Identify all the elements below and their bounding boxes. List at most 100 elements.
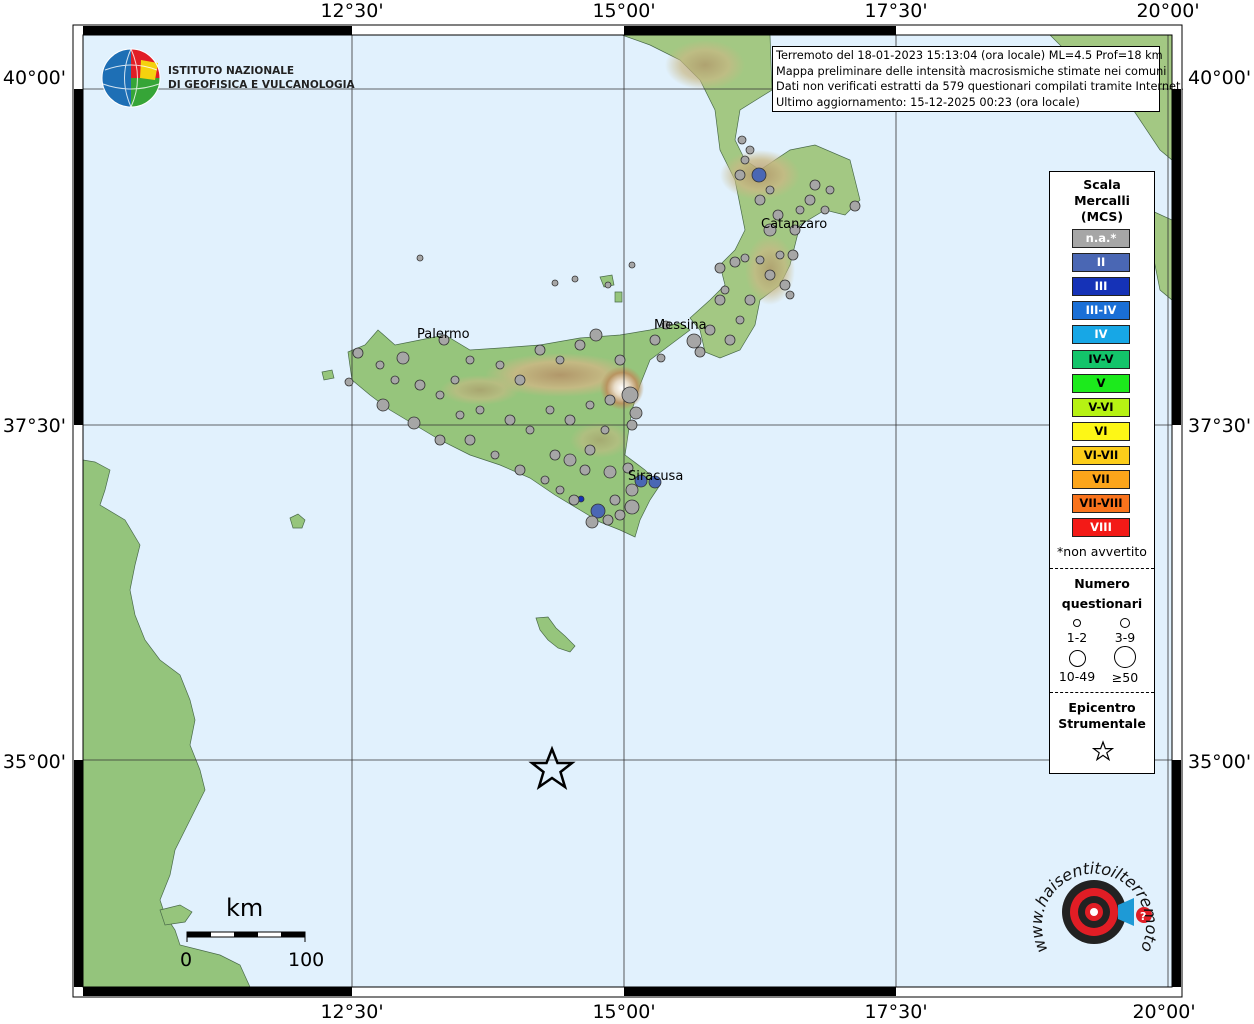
size-circle-1-2 — [1073, 619, 1081, 627]
intensity-point — [714, 294, 726, 306]
intensity-point — [600, 425, 610, 435]
intensity-point — [475, 405, 485, 415]
intensity-point — [396, 351, 410, 365]
intensity-point — [352, 347, 364, 359]
intensity-point — [785, 290, 795, 300]
intensity-point — [764, 269, 776, 281]
top-lon-label: 20°00' — [1136, 0, 1200, 22]
size-circle-10-49 — [1069, 650, 1086, 667]
epicenter-title: Epicentro Strumentale — [1058, 700, 1146, 731]
intensity-point — [579, 464, 591, 476]
scale-swatch: VI — [1072, 421, 1130, 441]
intensity-point — [604, 281, 612, 289]
scale-swatch: IV-V — [1072, 349, 1130, 369]
legend-divider — [1050, 692, 1154, 693]
scale-swatch: V — [1072, 373, 1130, 393]
intensity-point — [450, 375, 460, 385]
intensity-point — [754, 194, 766, 206]
intensity-point — [504, 414, 516, 426]
na-note: *non avvertito — [1057, 544, 1147, 559]
intensity-point — [686, 333, 702, 349]
intensity-point — [563, 453, 577, 467]
intensity-point — [825, 185, 835, 195]
size-circle-50plus — [1114, 646, 1136, 668]
intensity-point — [465, 355, 475, 365]
egadi — [321, 369, 335, 381]
intensity-point — [434, 434, 446, 446]
intensity-point — [602, 514, 614, 526]
legend-title: Scala Mercalli (MCS) — [1074, 177, 1130, 224]
intensity-point — [574, 339, 586, 351]
size-label: 10-49 — [1058, 669, 1096, 684]
intensity-point — [795, 205, 805, 215]
intensity-point — [729, 256, 741, 268]
intensity-point — [375, 360, 385, 370]
intensity-point — [545, 405, 555, 415]
intensity-point — [571, 275, 579, 283]
intensity-point — [589, 328, 603, 342]
intensity-point — [628, 261, 636, 269]
intensity-point — [604, 394, 616, 406]
scale-swatch: VI-VII — [1072, 445, 1130, 465]
size-label: 1-2 — [1066, 630, 1088, 645]
city-messina: Messina — [654, 318, 707, 333]
intensity-point — [455, 410, 465, 420]
intensity-point — [568, 494, 580, 506]
intensity-point — [585, 400, 595, 410]
scale-swatch: VII-VIII — [1072, 494, 1130, 514]
intensity-point — [649, 334, 661, 346]
city-palermo: Palermo — [417, 327, 470, 342]
intensity-point — [751, 167, 767, 183]
intensity-point — [585, 515, 599, 529]
intensity-point — [534, 344, 546, 356]
size-label: ≥50 — [1111, 670, 1139, 685]
intensity-point — [804, 194, 816, 206]
bottom-lon-label: 15°00' — [592, 1001, 656, 1023]
intensity-point — [765, 185, 775, 195]
eolie-2 — [614, 291, 623, 303]
left-lat-label: 40°00' — [2, 67, 66, 89]
legend-star-icon — [1092, 740, 1114, 762]
intensity-point — [540, 475, 550, 485]
right-lat-label: 40°00' — [1188, 67, 1252, 89]
intensity-point — [525, 425, 535, 435]
top-lon-label: 15°00' — [592, 0, 656, 22]
intensity-point — [514, 464, 526, 476]
intensity-point — [555, 485, 565, 495]
scale-swatch: n.a.* — [1072, 229, 1130, 248]
info-line: Terremoto del 18-01-2023 15:13:04 (ora l… — [776, 49, 1163, 62]
size-circle-3-9 — [1120, 618, 1130, 628]
legend-divider — [1050, 568, 1154, 569]
right-lat-label: 37°30' — [1188, 415, 1252, 437]
scale-swatch: VIII — [1072, 518, 1130, 538]
intensity-point — [625, 483, 639, 497]
intensity-point — [724, 334, 736, 346]
logo-line2: DI GEOFISICA E VULCANOLOGIA — [168, 79, 356, 91]
right-lat-label: 35°00' — [1188, 751, 1252, 773]
intensity-point — [755, 255, 765, 265]
scale-swatch: IV — [1072, 325, 1130, 345]
intensity-point — [490, 450, 500, 460]
intensity-point — [407, 416, 421, 430]
intensity-point — [775, 250, 785, 260]
top-lon-label: 17°30' — [864, 0, 928, 22]
left-lat-label: 37°30' — [2, 415, 66, 437]
intensity-point — [629, 406, 643, 420]
intensity-point — [626, 419, 638, 431]
intensity-point — [656, 353, 666, 363]
intensity-point — [564, 414, 576, 426]
intensity-point — [390, 375, 400, 385]
scale-swatch: VII — [1072, 470, 1130, 489]
intensity-point — [609, 494, 621, 506]
intensity-point — [514, 374, 526, 386]
city-siracusa: Siracusa — [628, 469, 683, 484]
intensity-point — [555, 355, 565, 365]
top-lon-label: 12°30' — [320, 0, 384, 22]
event-info-box: Terremoto del 18-01-2023 15:13:04 (ora l… — [772, 46, 1184, 112]
intensity-point — [745, 145, 755, 155]
intensity-point — [603, 465, 617, 479]
intensity-point — [809, 179, 821, 191]
intensity-point — [435, 390, 445, 400]
size-label: 3-9 — [1114, 630, 1136, 645]
scalebar-unit: km — [226, 894, 263, 922]
